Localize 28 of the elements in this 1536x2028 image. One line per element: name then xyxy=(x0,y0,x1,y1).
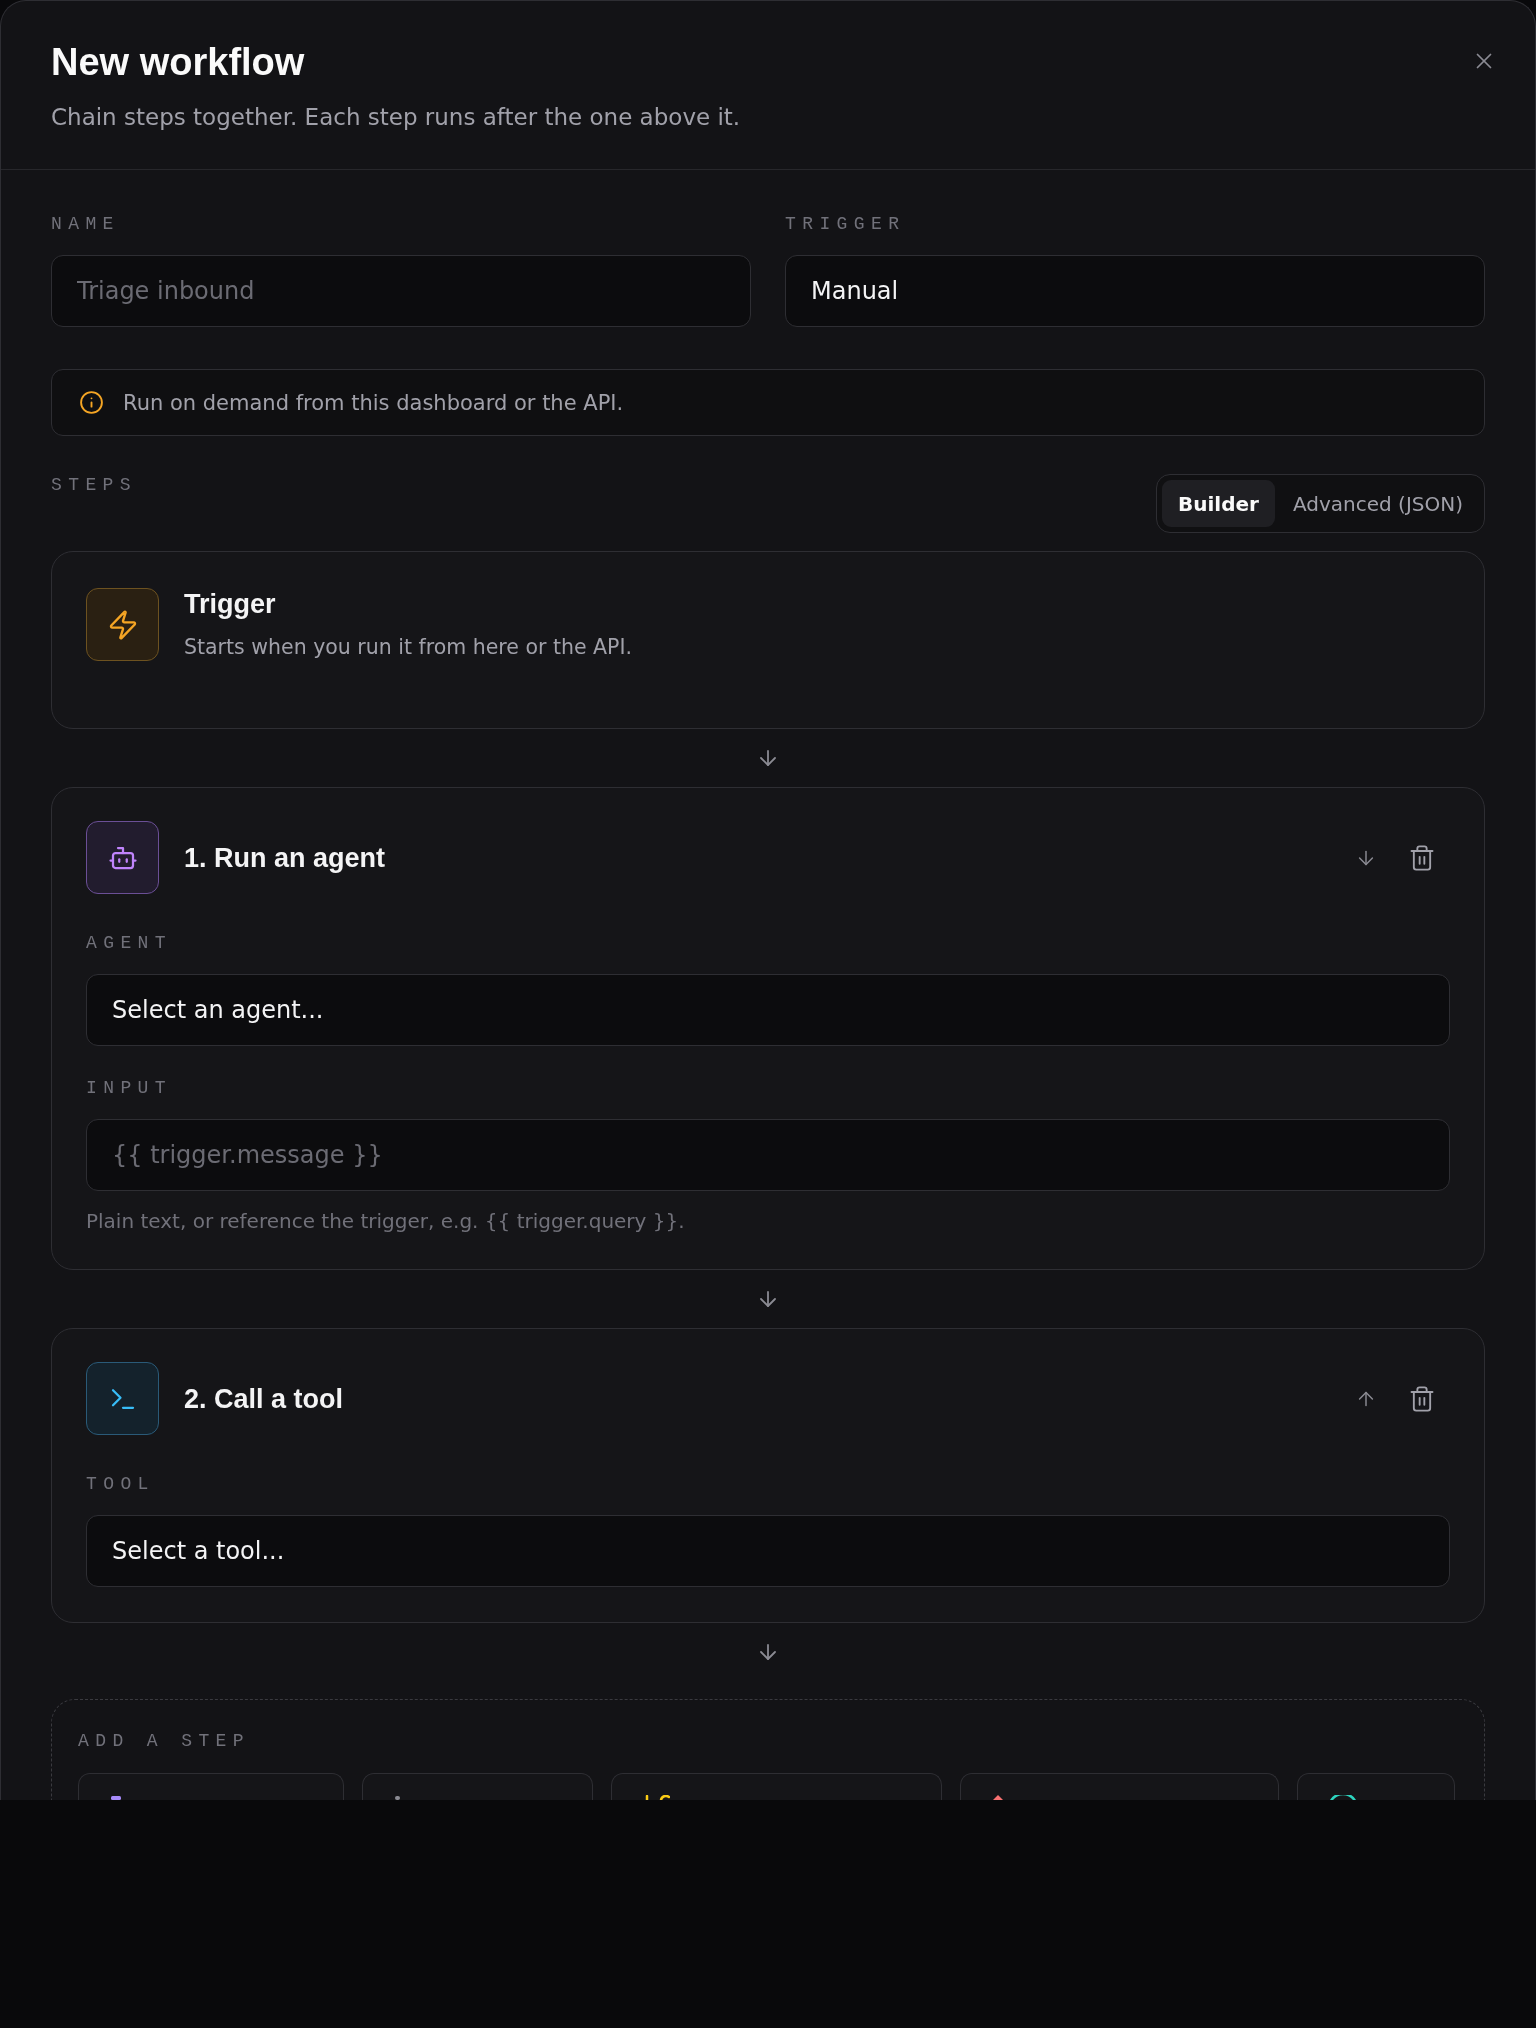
terminal-icon xyxy=(86,1362,159,1435)
dialog-title: New workflow xyxy=(51,40,305,85)
robot-icon xyxy=(86,821,159,894)
text-input-field[interactable]: {{ trigger.message }} xyxy=(86,1119,1450,1191)
step-title: 1. Run an agent xyxy=(184,841,386,874)
step-title: 2. Call a tool xyxy=(184,1382,344,1415)
dialog-subtitle: Chain steps together. Each step runs after the one above it. xyxy=(51,103,741,132)
field-hint: Plain text, or reference the trigger, e.g. {{ trigger.query }}. xyxy=(86,1208,685,1234)
field-label: AGENT xyxy=(86,932,172,954)
view-tab[interactable]: Builder xyxy=(1162,480,1275,527)
lightning-icon xyxy=(86,588,159,661)
text-input-field[interactable]: Triage inbound xyxy=(51,255,751,327)
card-title: Trigger xyxy=(184,588,276,620)
field-label: INPUT xyxy=(86,1077,172,1099)
select-field[interactable]: Select a tool... xyxy=(86,1515,1450,1587)
select-field[interactable]: Manual xyxy=(785,255,1485,327)
trash-icon xyxy=(1408,843,1436,872)
field-label: TRIGGER xyxy=(785,213,906,235)
select-field[interactable]: Select an agent... xyxy=(86,974,1450,1046)
trash-icon xyxy=(1408,1384,1436,1413)
section-label: ADD A STEP xyxy=(78,1730,251,1752)
view-tab[interactable]: Advanced (JSON) xyxy=(1276,480,1479,527)
field-label: TOOL xyxy=(86,1473,155,1495)
field-label: NAME xyxy=(51,213,120,235)
card-description: Starts when you run it from here or the API. xyxy=(184,634,633,661)
info-text: Run on demand from this dashboard or the API. xyxy=(123,390,624,415)
info-icon xyxy=(79,390,104,415)
section-label: STEPS xyxy=(51,474,137,496)
